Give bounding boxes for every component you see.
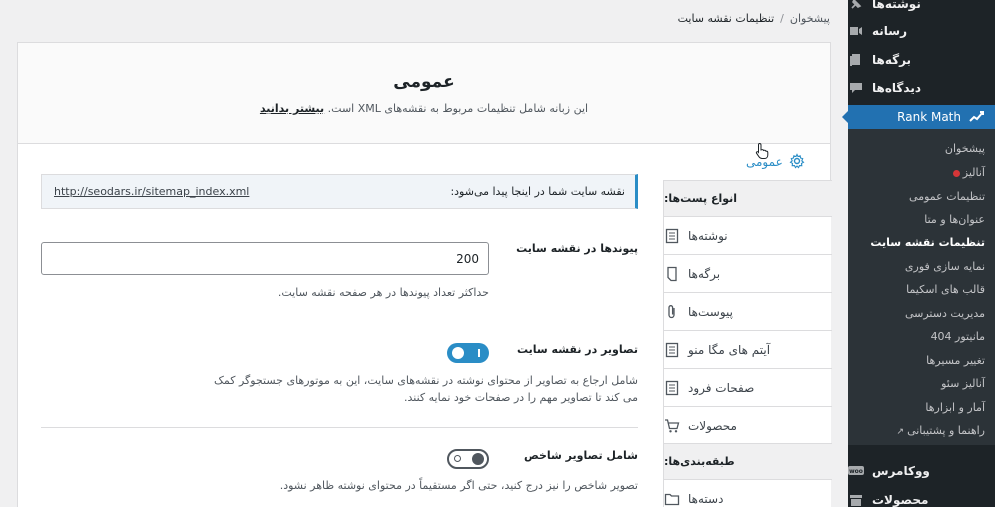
- document-icon: [664, 380, 680, 396]
- tab-posts[interactable]: نوشته‌ها: [664, 217, 832, 255]
- svg-text:woo: woo: [849, 468, 863, 475]
- menu-posts-label: نوشته‌ها: [872, 0, 921, 11]
- taxonomies-heading: طبقه‌بندی‌ها:: [664, 443, 832, 480]
- menu-media-label: رسانه: [872, 24, 907, 38]
- sitemap-url-notice: http://seodars.ir/sitemap_index.xml نقشه…: [41, 174, 638, 209]
- breadcrumb: پیشخوان / تنظیمات نقشه سایت: [678, 12, 830, 25]
- sitemap-url-link[interactable]: http://seodars.ir/sitemap_index.xml: [54, 185, 249, 198]
- menu-pages[interactable]: برگه‌ها: [848, 48, 995, 72]
- external-link-icon: ↗: [896, 427, 905, 437]
- links-per-sitemap-label: پیوندها در نقشه سایت: [516, 242, 638, 255]
- tab-categories[interactable]: دسته‌ها: [664, 480, 832, 507]
- cart-icon: [664, 418, 680, 434]
- toggle-knob: [472, 453, 484, 465]
- menu-woocommerce-label: ووکامرس: [872, 464, 930, 478]
- breadcrumb-separator: /: [780, 12, 784, 25]
- hand-cursor-icon: [755, 142, 769, 159]
- images-in-sitemap-toggle[interactable]: [447, 343, 489, 363]
- comment-icon: [848, 80, 864, 96]
- menu-pages-label: برگه‌ها: [872, 53, 912, 67]
- menu-media[interactable]: رسانه: [848, 19, 995, 43]
- post-types-heading: انواع پست‌ها:: [664, 180, 832, 217]
- media-icon: [848, 23, 864, 39]
- tab-mega-menu-label: آیتم های مگا منو: [688, 342, 771, 357]
- paperclip-icon: [664, 304, 680, 320]
- tab-pages-label: برگه‌ها: [688, 266, 721, 281]
- header-card: عمومی این زبانه شامل تنظیمات مربوط به نق…: [17, 42, 831, 144]
- menu-products-label: محصولات: [872, 493, 929, 507]
- pages-icon: [848, 52, 864, 68]
- document-icon: [664, 342, 680, 358]
- breadcrumb-home[interactable]: پیشخوان: [790, 12, 830, 25]
- submenu-redirections[interactable]: تغییر مسیرها: [926, 354, 985, 367]
- tab-mega-menu-items[interactable]: آیتم های مگا منو: [664, 331, 832, 369]
- toggle-off-mark: [454, 455, 461, 462]
- submenu-general-settings[interactable]: تنظیمات عمومی: [909, 190, 985, 203]
- rank-math-submenu: پیشخوان آنالیز تنظیمات عمومی عنوان‌ها و …: [848, 129, 995, 445]
- menu-posts[interactable]: نوشته‌ها: [848, 0, 995, 16]
- featured-images-label: شامل تصاویر شاخص: [523, 449, 638, 462]
- submenu-instant-indexing[interactable]: نمایه سازی فوری: [905, 260, 985, 273]
- links-per-sitemap-input[interactable]: 200: [41, 242, 489, 275]
- notification-dot-icon: [952, 169, 960, 177]
- images-in-sitemap-label: تصاویر در نقشه سایت: [516, 343, 638, 356]
- submenu-404-monitor[interactable]: مانیتور 404: [931, 330, 985, 343]
- tab-posts-label: نوشته‌ها: [688, 228, 728, 243]
- tab-products[interactable]: محصولات: [664, 407, 832, 445]
- tab-landing-pages[interactable]: صفحات فرود: [664, 369, 832, 407]
- submenu-status-tools[interactable]: آمار و ابزارها: [925, 401, 985, 414]
- gear-icon: [789, 152, 805, 172]
- admin-sidebar: نوشته‌ها رسانه برگه‌ها دیدگاه‌ها Rank Ma…: [842, 0, 995, 507]
- tab-landing-pages-label: صفحات فرود: [688, 380, 755, 395]
- images-in-sitemap-desc: شامل ارجاع به تصاویر از محتوای نوشته در …: [214, 374, 638, 404]
- rank-math-icon: [969, 109, 985, 126]
- submenu-schema-templates[interactable]: قالب های اسکیما: [906, 283, 985, 296]
- page-description-text: این زبانه شامل تنظیمات مربوط به نقشه‌های…: [327, 102, 589, 115]
- menu-comments-label: دیدگاه‌ها: [872, 81, 921, 95]
- submenu-sitemap-settings[interactable]: تنظیمات نقشه سایت: [870, 236, 985, 249]
- submenu-role-manager[interactable]: مدیریت دسترسی: [905, 307, 985, 320]
- featured-images-desc: تصویر شاخص را نیز درج کنید، حتی اگر مستق…: [279, 479, 638, 492]
- folder-icon: [664, 491, 680, 507]
- breadcrumb-current: تنظیمات نقشه سایت: [677, 12, 775, 25]
- submenu-help-label: راهنما و پشتیبانی: [907, 424, 985, 437]
- page-icon: [664, 266, 680, 282]
- page-description: این زبانه شامل تنظیمات مربوط به نقشه‌های…: [18, 102, 830, 115]
- toggle-knob: [452, 347, 464, 359]
- menu-rank-math[interactable]: Rank Math: [842, 105, 995, 129]
- submenu-titles-meta[interactable]: عنوان‌ها و متا: [924, 213, 985, 226]
- document-icon: [664, 228, 680, 244]
- tab-attachments[interactable]: پیوست‌ها: [664, 293, 832, 331]
- tab-attachments-label: پیوست‌ها: [688, 304, 733, 319]
- sitemap-notice-label: نقشه سایت شما در اینجا پیدا می‌شود:: [450, 185, 625, 198]
- submenu-seo-analysis[interactable]: آنالیز سئو: [941, 377, 985, 390]
- learn-more-link[interactable]: بیشتر بدانید: [260, 102, 324, 115]
- tab-pages[interactable]: برگه‌ها: [664, 255, 832, 293]
- tabs-list: انواع پست‌ها: نوشته‌ها برگه‌ها پیوست‌ها …: [663, 180, 832, 507]
- submenu-dashboard[interactable]: پیشخوان: [945, 142, 985, 155]
- woocommerce-icon: woo: [848, 463, 864, 479]
- menu-rank-math-label: Rank Math: [897, 110, 961, 124]
- pin-icon: [848, 0, 864, 12]
- divider: [41, 427, 638, 428]
- featured-images-toggle[interactable]: [447, 449, 489, 469]
- submenu-help-support[interactable]: راهنما و پشتیبانی↗: [897, 424, 985, 437]
- menu-products[interactable]: محصولات: [848, 488, 995, 507]
- tab-products-label: محصولات: [688, 418, 737, 433]
- menu-comments[interactable]: دیدگاه‌ها: [848, 76, 995, 100]
- links-per-sitemap-desc: حداکثر تعداد پیوندها در هر صفحه نقشه سای…: [277, 286, 489, 299]
- page-title: عمومی: [393, 72, 455, 92]
- menu-woocommerce[interactable]: ووکامرس woo: [848, 459, 995, 483]
- toggle-on-mark: [478, 349, 480, 357]
- submenu-analytics[interactable]: آنالیز: [952, 166, 985, 179]
- submenu-analytics-label: آنالیز: [962, 166, 985, 179]
- archive-icon: [848, 492, 864, 507]
- tab-categories-label: دسته‌ها: [688, 491, 724, 506]
